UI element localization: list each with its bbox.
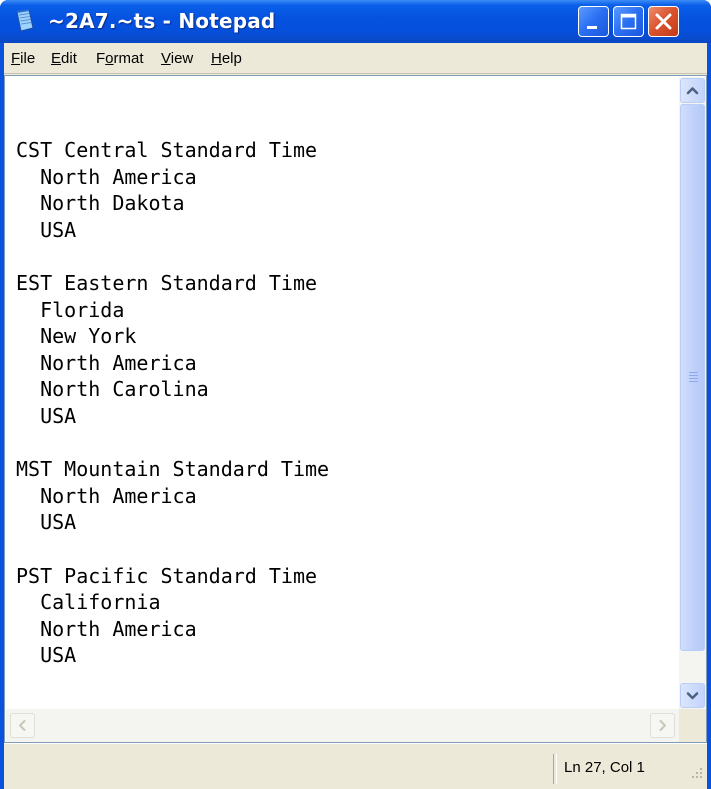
menu-file[interactable]: File — [11, 50, 35, 67]
text-line: North Carolina — [16, 377, 209, 402]
text-line: North America — [16, 483, 197, 508]
document-text: CST Central Standard Time North America … — [16, 137, 329, 669]
status-separator — [553, 754, 557, 784]
menu-help[interactable]: Help — [211, 50, 242, 67]
text-line: North America — [16, 164, 197, 189]
text-line: North America — [16, 350, 197, 375]
window-title: ~2A7.~ts - Notepad — [48, 9, 276, 33]
text-area[interactable]: CST Central Standard Time North America … — [6, 77, 678, 708]
text-line: PST Pacific Standard Time — [16, 563, 318, 588]
text-line: Florida — [16, 297, 125, 322]
scroll-up-button[interactable] — [680, 78, 705, 103]
text-line: USA — [16, 643, 77, 668]
text-line: MST Mountain Standard Time — [16, 457, 330, 482]
menu-edit[interactable]: Edit — [51, 50, 77, 67]
scrollbar-corner — [679, 709, 706, 742]
horizontal-scrollbar[interactable] — [6, 709, 679, 742]
chevron-right-icon — [659, 720, 666, 731]
scroll-thumb[interactable] — [680, 104, 705, 651]
text-line: EST Eastern Standard Time — [16, 270, 318, 295]
minimize-button[interactable] — [578, 6, 609, 37]
title-bar[interactable]: ~2A7.~ts - Notepad — [0, 0, 711, 43]
scroll-left-button[interactable] — [10, 713, 35, 738]
text-line: North Dakota — [16, 191, 185, 216]
editor: CST Central Standard Time North America … — [4, 75, 707, 743]
menu-view[interactable]: View — [161, 50, 193, 67]
status-bar: Ln 27, Col 1 — [4, 743, 707, 789]
notepad-icon[interactable] — [14, 9, 36, 33]
text-line: USA — [16, 217, 77, 242]
text-line: USA — [16, 403, 77, 428]
menu-format[interactable]: Format — [96, 50, 144, 67]
text-line: USA — [16, 510, 77, 535]
resize-grip-icon[interactable] — [686, 766, 704, 784]
text-line: North America — [16, 616, 197, 641]
maximize-button[interactable] — [613, 6, 644, 37]
maximize-icon — [620, 13, 637, 30]
vertical-scrollbar[interactable] — [679, 77, 706, 709]
scroll-right-button[interactable] — [650, 713, 675, 738]
notepad-window: ~2A7.~ts - Notepad File Edit Format View… — [0, 0, 711, 789]
text-line: CST Central Standard Time — [16, 138, 318, 162]
chevron-up-icon — [686, 87, 699, 95]
close-icon — [655, 13, 672, 30]
window-frame: File Edit Format View Help CST Central S… — [4, 43, 707, 789]
minimize-icon — [587, 26, 597, 29]
text-line: New York — [16, 324, 137, 349]
close-button[interactable] — [648, 6, 679, 37]
scroll-down-button[interactable] — [680, 683, 705, 708]
chevron-down-icon — [686, 692, 699, 700]
text-line: California — [16, 590, 161, 615]
cursor-position: Ln 27, Col 1 — [564, 759, 645, 776]
menu-bar: File Edit Format View Help — [4, 43, 707, 74]
chevron-left-icon — [19, 720, 26, 731]
